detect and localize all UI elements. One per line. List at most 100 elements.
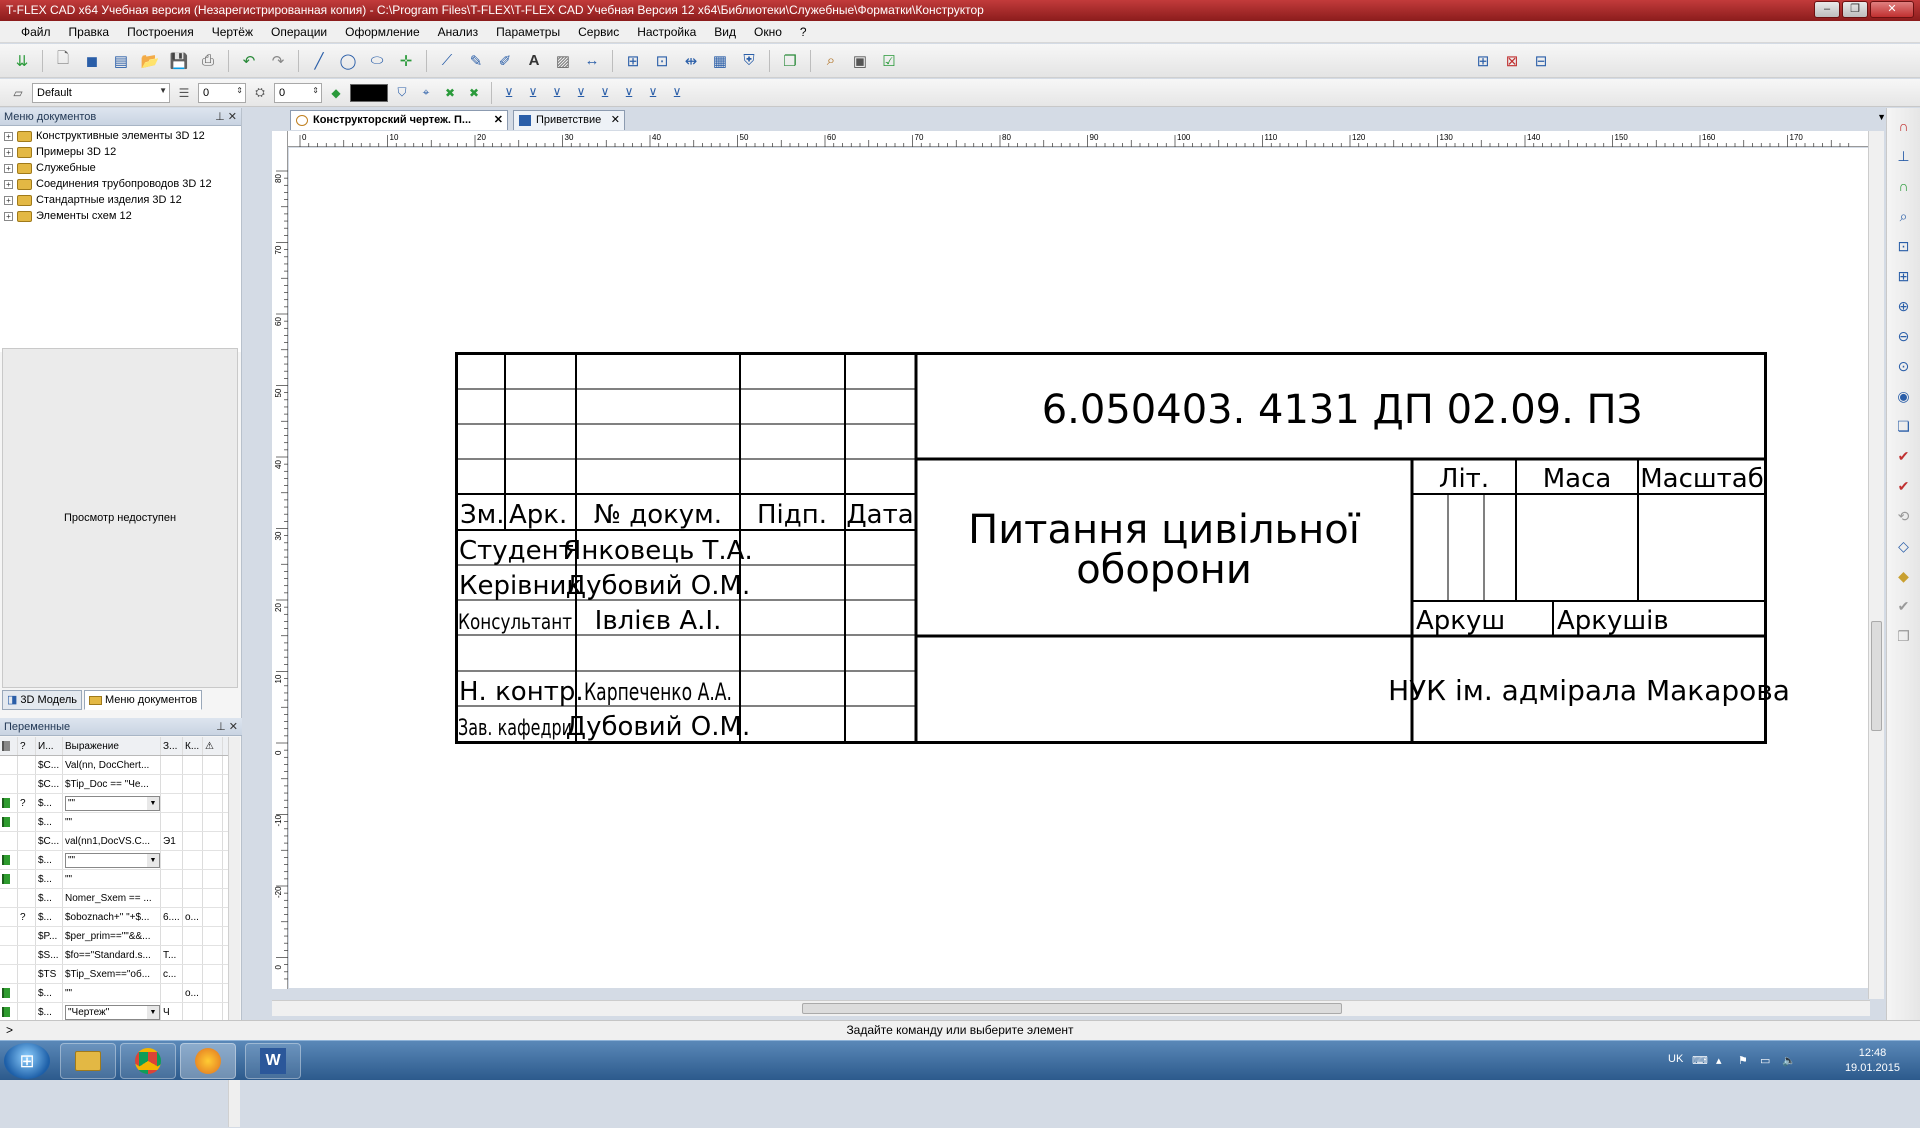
check-icon[interactable]: ☑: [877, 49, 901, 73]
expression-cell[interactable]: $fo=="Standard.s...: [63, 946, 161, 964]
comment-cell[interactable]: о...: [183, 984, 203, 1002]
close-button[interactable]: ✕: [1870, 1, 1914, 18]
close-icon[interactable]: ✕: [228, 111, 237, 123]
warning-icon[interactable]: ⚠: [203, 737, 223, 755]
close-tab-icon[interactable]: ✕: [494, 111, 503, 129]
expression-cell[interactable]: "": [63, 984, 161, 1002]
window-icon[interactable]: ❐: [1892, 624, 1916, 648]
shield-icon[interactable]: ⛨: [737, 49, 761, 73]
graphic-line-icon[interactable]: ✐: [493, 49, 517, 73]
pages-icon[interactable]: ❏: [1892, 414, 1916, 438]
open-icon[interactable]: 📂: [138, 49, 162, 73]
expand-icon[interactable]: +: [4, 163, 13, 173]
expand-icon[interactable]: +: [4, 131, 13, 141]
calculator-icon[interactable]: ▣: [848, 49, 872, 73]
hatch-icon[interactable]: ▨: [551, 49, 575, 73]
scroll-thumb[interactable]: [1871, 621, 1882, 731]
flag-cell[interactable]: [0, 927, 18, 945]
redo-icon[interactable]: ↷: [266, 49, 290, 73]
value-cell[interactable]: с...: [161, 965, 183, 983]
table-row[interactable]: $TS $Tip_Sxem=="об... с...: [0, 965, 228, 984]
delete-fragment-icon[interactable]: ⊠: [1500, 49, 1524, 73]
flag-cell[interactable]: [0, 813, 18, 831]
value-cell[interactable]: [161, 927, 183, 945]
var-name-cell[interactable]: $S...: [36, 946, 63, 964]
network-icon[interactable]: ▭: [1760, 1054, 1772, 1067]
flag-cell[interactable]: [0, 984, 18, 1002]
visibility-icon[interactable]: ✔: [1892, 594, 1916, 618]
insert-icon[interactable]: ⊡: [650, 49, 674, 73]
pin-icon[interactable]: ⊥: [1892, 144, 1916, 168]
table-row[interactable]: $P... $per_prim==""&&...: [0, 927, 228, 946]
expression-cell[interactable]: Nomer_Sxem == ...: [63, 889, 161, 907]
var-name-cell[interactable]: $C...: [36, 832, 63, 850]
construction-icon[interactable]: ⟋: [435, 49, 459, 73]
comment-cell[interactable]: [183, 832, 203, 850]
language-indicator[interactable]: UK: [1668, 1053, 1683, 1065]
menu-window[interactable]: Окно: [745, 25, 791, 39]
var-name-cell[interactable]: $P...: [36, 927, 63, 945]
comment-cell[interactable]: о...: [183, 908, 203, 926]
snap-icon[interactable]: ∩: [1892, 174, 1916, 198]
chevron-down-icon[interactable]: ▼: [147, 853, 159, 867]
column-header[interactable]: ?: [18, 737, 36, 755]
menu-drawing[interactable]: Чертёж: [203, 25, 262, 39]
var-name-cell[interactable]: $C...: [36, 756, 63, 774]
flag-cell[interactable]: [0, 794, 18, 812]
table-tools-icon[interactable]: ⊟: [1529, 49, 1553, 73]
menu-view[interactable]: Вид: [705, 25, 745, 39]
flag-cell[interactable]: [0, 775, 18, 793]
vertical-scrollbar[interactable]: [1868, 131, 1884, 999]
pin-icon[interactable]: ⊥: [216, 721, 226, 733]
var-name-cell[interactable]: $...: [36, 870, 63, 888]
layer-select[interactable]: 0 ⇕: [198, 82, 246, 103]
expression-cell[interactable]: "" ▼: [63, 851, 161, 869]
menu-chevron-icon[interactable]: ⇊: [10, 49, 34, 73]
expand-icon[interactable]: +: [4, 179, 13, 189]
comment-cell[interactable]: [183, 927, 203, 945]
expression-cell[interactable]: val(nn1,DocVS.C...: [63, 832, 161, 850]
dimension-icon[interactable]: ↔: [580, 49, 604, 73]
ellipse-icon[interactable]: ⬭: [365, 49, 389, 73]
circle-icon[interactable]: ◯: [336, 49, 360, 73]
level-select[interactable]: 0 ⇕: [274, 82, 322, 103]
expand-icon[interactable]: +: [4, 211, 13, 221]
line-icon[interactable]: ╱: [307, 49, 331, 73]
chrome-taskbar-button[interactable]: [120, 1043, 176, 1079]
tab-welcome[interactable]: Приветствие ✕: [513, 110, 625, 130]
save-icon[interactable]: 💾: [167, 49, 191, 73]
tree-item[interactable]: + Примеры 3D 12: [0, 144, 241, 160]
show-hidden-icon[interactable]: ▴: [1716, 1054, 1728, 1067]
menu-service[interactable]: Сервис: [569, 25, 628, 39]
color-swatch[interactable]: [350, 83, 388, 102]
tab-drawing[interactable]: Конструкторский чертеж. П... ✕: [290, 110, 508, 130]
comment-cell[interactable]: [183, 1003, 203, 1021]
var-name-cell[interactable]: $...: [36, 813, 63, 831]
table-row[interactable]: $C... val(nn1,DocVS.C... Э1: [0, 832, 228, 851]
table-row[interactable]: ? $... $oboznach+" "+$... 6.... о...: [0, 908, 228, 927]
var-name-cell[interactable]: $...: [36, 889, 63, 907]
close-icon[interactable]: ✕: [229, 721, 238, 733]
comment-cell[interactable]: [183, 756, 203, 774]
tab-doc-menu[interactable]: Меню документов: [84, 690, 203, 710]
value-cell[interactable]: Т...: [161, 946, 183, 964]
expression-cell[interactable]: $Tip_Doc == "Че...: [63, 775, 161, 793]
tree-item[interactable]: + Служебные: [0, 160, 241, 176]
comment-cell[interactable]: [183, 870, 203, 888]
restore-button[interactable]: ❐: [1842, 1, 1868, 18]
flag-cell[interactable]: [0, 946, 18, 964]
expression-combo[interactable]: "" ▼: [65, 852, 160, 868]
comment-cell[interactable]: [183, 965, 203, 983]
table-row[interactable]: $... "": [0, 813, 228, 832]
tflex-taskbar-button[interactable]: [180, 1043, 236, 1079]
expression-cell[interactable]: Val(nn, DocChert...: [63, 756, 161, 774]
comment-cell[interactable]: [183, 775, 203, 793]
copy-icon[interactable]: ❐: [778, 49, 802, 73]
var-name-cell[interactable]: $...: [36, 984, 63, 1002]
menu-parameters[interactable]: Параметры: [487, 25, 569, 39]
zoom-window-icon[interactable]: ⌕: [819, 49, 843, 73]
expression-cell[interactable]: $Tip_Sxem=="об...: [63, 965, 161, 983]
value-cell[interactable]: [161, 984, 183, 1002]
comment-cell[interactable]: [183, 889, 203, 907]
value-cell[interactable]: Ч: [161, 1003, 183, 1021]
